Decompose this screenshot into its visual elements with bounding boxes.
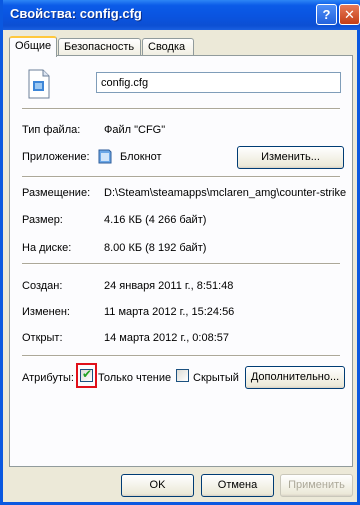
checkmark-icon: ✔ — [82, 367, 93, 381]
properties-window: Свойства: config.cfg ? ✕ Общие Безопасно… — [0, 0, 360, 505]
created-value: 24 января 2011 г., 8:51:48 — [104, 280, 234, 292]
readonly-checkbox[interactable]: ✔ — [80, 367, 93, 382]
tab-summary-label: Сводка — [148, 41, 186, 53]
accessed-label: Открыт: — [22, 332, 63, 344]
accessed-value: 14 марта 2012 г., 0:08:57 — [104, 332, 230, 344]
disk-size-label: На диске: — [22, 242, 72, 254]
divider — [22, 108, 340, 110]
tab-security-label: Безопасность — [64, 41, 135, 53]
divider — [22, 355, 340, 357]
attributes-label: Атрибуты: — [22, 372, 74, 384]
file-type-label: Тип файла: — [22, 124, 81, 136]
tab-general[interactable]: Общие — [9, 36, 57, 57]
cancel-button[interactable]: Отмена — [201, 474, 274, 497]
window-title: Свойства: config.cfg — [10, 6, 142, 21]
notepad-icon — [98, 149, 112, 164]
hidden-label[interactable]: Скрытый — [193, 372, 239, 384]
location-label: Размещение: — [22, 187, 91, 199]
tab-security[interactable]: Безопасность — [58, 38, 141, 55]
help-button[interactable]: ? — [316, 4, 337, 25]
ok-button[interactable]: OK — [121, 474, 194, 497]
readonly-label[interactable]: Только чтение — [98, 372, 171, 384]
close-icon: ✕ — [344, 7, 355, 22]
apply-button[interactable]: Применить — [280, 474, 353, 497]
created-label: Создан: — [22, 280, 63, 292]
modified-label: Изменен: — [22, 306, 70, 318]
size-value: 4.16 КБ (4 266 байт) — [104, 214, 207, 226]
disk-size-value: 8.00 КБ (8 192 байт) — [104, 242, 207, 254]
file-name-input[interactable] — [96, 72, 341, 93]
hidden-checkbox[interactable] — [176, 369, 189, 382]
title-bar[interactable]: Свойства: config.cfg ? ✕ — [3, 0, 360, 30]
size-label: Размер: — [22, 214, 63, 226]
file-type-value: Файл "CFG" — [104, 124, 166, 136]
divider — [22, 176, 340, 178]
close-button[interactable]: ✕ — [339, 4, 360, 25]
general-panel: Тип файла: Файл "CFG" Приложение: Блокно… — [9, 55, 353, 467]
file-icon — [28, 69, 50, 99]
app-label: Приложение: — [22, 151, 90, 163]
location-value: D:\Steam\steamapps\mclaren_amg\counter-s… — [104, 187, 347, 199]
tab-general-label: Общие — [15, 40, 52, 52]
help-icon: ? — [322, 7, 331, 22]
advanced-button[interactable]: Дополнительно... — [245, 366, 345, 389]
app-value: Блокнот — [120, 151, 162, 163]
tab-summary[interactable]: Сводка — [142, 38, 194, 55]
change-button[interactable]: Изменить... — [237, 146, 344, 169]
divider — [22, 263, 340, 265]
modified-value: 11 марта 2012 г., 15:24:56 — [104, 306, 235, 318]
